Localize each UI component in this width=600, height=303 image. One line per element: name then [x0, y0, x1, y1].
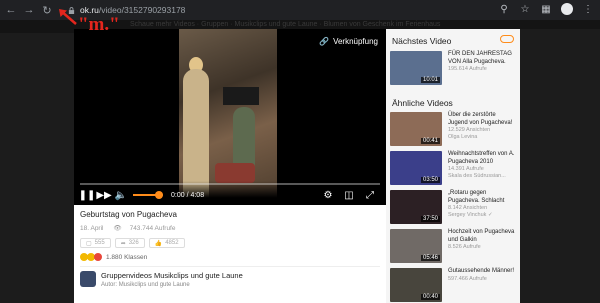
volume-slider[interactable]	[133, 191, 163, 199]
group-name[interactable]: Gruppenvideos Musikclips und gute Laune	[101, 271, 243, 280]
arrow-annotation	[59, 9, 77, 25]
group-author-name[interactable]: Musikclips und gute Laune	[119, 282, 190, 288]
bookmark-star-icon[interactable]: ☆	[519, 3, 531, 15]
duration-badge: 05:46	[420, 255, 440, 261]
back-icon[interactable]: ←	[4, 3, 18, 17]
video-thumbnail[interactable]: 00:41	[390, 112, 442, 146]
duration-badge: 03:50	[420, 177, 440, 183]
similar-video-channel[interactable]: Olga Levina	[448, 134, 516, 141]
reaction-heart-icon	[94, 253, 102, 261]
settings-icon[interactable]: ⚙	[321, 188, 335, 202]
duration-badge: 37:50	[420, 216, 440, 222]
eye-icon: 👁	[113, 225, 122, 232]
similar-video-title[interactable]: Hochzeit von Pugacheva und Galkin	[448, 229, 516, 244]
group-author: Autor: Musikclips und gute Laune	[101, 282, 243, 288]
copy-link-button[interactable]: 🔗 Verknüpfung	[319, 37, 378, 46]
annotation-label: "m."	[78, 14, 120, 35]
copy-link-label: Verknüpfung	[333, 37, 378, 46]
video-thumbnail[interactable]: 37:50	[390, 190, 442, 224]
miniplayer-icon[interactable]: ◫	[342, 188, 356, 202]
similar-video-title[interactable]: „Rotaru gegen Pugacheva. Schlacht	[448, 190, 516, 205]
autoplay-toggle[interactable]	[500, 35, 514, 43]
similar-video-item[interactable]: 00:41 Über die zerstörte Jugend von Pugac…	[390, 112, 518, 148]
video-frame	[179, 29, 277, 205]
similar-videos-heading: Ähnliche Videos	[392, 98, 453, 108]
group-info[interactable]: Gruppenvideos Musikclips und gute Laune …	[80, 271, 243, 288]
similar-video-title[interactable]: Weihnachtstreffen von A. Pugacheva 2010	[448, 151, 516, 166]
reactions-count: 1.880 Klassen	[106, 253, 148, 261]
share-count: 326	[128, 240, 139, 246]
video-player[interactable]: 🔗 Verknüpfung ❚❚ ▶▶ 🔈 0:00 / 4:08 ⚙ ◫ ⤢	[74, 29, 386, 205]
like-count: 4852	[165, 240, 179, 246]
similar-video-channel[interactable]: Sergey Vinchuk ✓	[448, 212, 516, 219]
like-icon: 👍	[154, 240, 163, 247]
comment-count: 555	[94, 240, 105, 246]
video-date: 18. April	[80, 225, 104, 232]
similar-video-views: 14.391 Aufrufe	[448, 166, 484, 172]
video-meta: 18. April 👁 743.744 Aufrufe	[80, 224, 183, 232]
video-thumbnail[interactable]: 00:40	[390, 268, 442, 302]
like-button[interactable]: 👍 4852	[148, 238, 185, 248]
dimmed-page-right	[520, 29, 600, 303]
similar-video-channel[interactable]: Skala des Südrussian...	[448, 173, 516, 180]
comment-button[interactable]: ▢ 555	[80, 238, 111, 248]
similar-video-views: 12.529 Ansichten	[448, 127, 491, 133]
link-icon: 🔗	[319, 37, 330, 46]
related-sidebar: Nächstes Video 10:01 FÜR DEN JAHRESTAG V…	[386, 29, 520, 303]
similar-video-title[interactable]: Über die zerstörte Jugend von Pugacheva!	[448, 112, 516, 127]
volume-knob[interactable]	[154, 191, 163, 199]
similar-video-item[interactable]: 00:40 Gutaussehende Männer! 597.466 Aufruf…	[390, 268, 518, 303]
dimmed-page-left	[0, 33, 74, 303]
similar-video-views: 8.526 Aufrufe	[448, 244, 481, 250]
dimmed-header-text: Schaue mehr Videos · Gruppen · Musikclip…	[130, 21, 441, 28]
next-video-title[interactable]: FÜR DEN JAHRESTAG VON Alla Pugacheva.	[448, 51, 516, 66]
fullscreen-icon[interactable]: ⤢	[363, 188, 377, 202]
reload-icon[interactable]: ↻	[40, 3, 54, 17]
duration-badge: 00:41	[420, 138, 440, 144]
forward-icon[interactable]: →	[22, 3, 36, 17]
comment-icon: ▢	[86, 240, 92, 247]
action-buttons: ▢ 555 ➦ 326 👍 4852	[80, 238, 185, 248]
similar-video-item[interactable]: 05:46 Hochzeit von Pugacheva und Galkin 8.…	[390, 229, 518, 265]
extension-icon[interactable]: ▦	[540, 3, 552, 15]
similar-video-item[interactable]: 37:50 „Rotaru gegen Pugacheva. Schlacht 8.…	[390, 190, 518, 226]
player-controls: ❚❚ ▶▶ 🔈 0:00 / 4:08 ⚙ ◫ ⤢	[74, 181, 386, 205]
similar-video-views: 8.142 Ansichten	[448, 205, 488, 211]
video-title: Geburtstag von Pugacheva	[80, 210, 177, 219]
group-avatar[interactable]	[80, 271, 96, 287]
similar-video-views: 597.466 Aufrufe	[448, 275, 487, 282]
next-icon[interactable]: ▶▶	[96, 188, 111, 202]
video-thumbnail[interactable]: 05:46	[390, 229, 442, 263]
next-video-heading: Nächstes Video	[392, 36, 452, 46]
tv-shape	[223, 87, 259, 105]
zoom-icon[interactable]: ⚲	[498, 3, 510, 15]
similar-video-item[interactable]: 03:50 Weihnachtstreffen von A. Pugacheva …	[390, 151, 518, 187]
time-readout: 0:00 / 4:08	[171, 191, 205, 199]
video-thumbnail[interactable]: 10:01	[390, 51, 442, 85]
share-button[interactable]: ➦ 326	[114, 238, 145, 248]
next-video-views: 195.614 Aufrufe	[448, 66, 487, 72]
reactions-row[interactable]: 1.880 Klassen	[80, 253, 147, 261]
duration-badge: 00:40	[420, 294, 440, 300]
share-icon: ➦	[120, 240, 126, 247]
menu-dots-icon[interactable]: ⋮	[582, 3, 594, 15]
similar-video-title[interactable]: Gutaussehende Männer!	[448, 268, 516, 276]
pause-icon[interactable]: ❚❚	[79, 188, 96, 202]
group-author-prefix: Autor:	[101, 282, 118, 288]
table-shape	[215, 163, 255, 183]
volume-icon[interactable]: 🔈	[114, 188, 128, 202]
profile-avatar[interactable]	[561, 3, 573, 15]
divider	[80, 266, 380, 267]
video-thumbnail[interactable]: 03:50	[390, 151, 442, 185]
next-video-item[interactable]: 10:01 FÜR DEN JAHRESTAG VON Alla Pugache…	[390, 51, 518, 87]
duration-badge: 10:01	[420, 77, 440, 83]
progress-bar[interactable]	[80, 183, 380, 185]
video-views: 743.744 Aufrufe	[129, 225, 176, 232]
